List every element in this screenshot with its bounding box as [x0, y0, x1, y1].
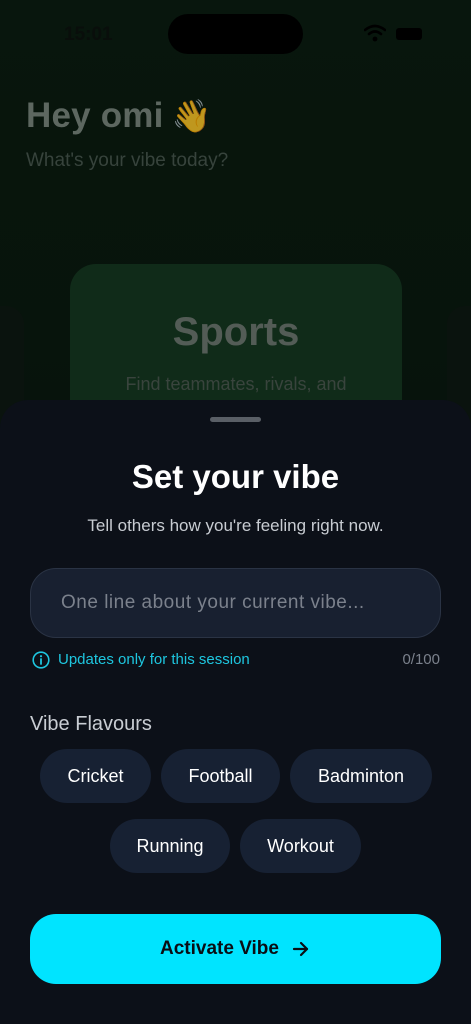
activate-vibe-button[interactable]: Activate Vibe	[30, 914, 441, 984]
flavour-chip-workout[interactable]: Workout	[240, 819, 361, 873]
flavour-chip-cricket[interactable]: Cricket	[40, 749, 151, 803]
flavour-chip-badminton[interactable]: Badminton	[290, 749, 432, 803]
sheet-title: Set your vibe	[131, 458, 340, 495]
set-vibe-sheet: Set your vibe Tell others how you're fee…	[0, 400, 471, 1024]
input-hint-row: Updates only for this session 0/100	[32, 650, 442, 670]
sheet-grab-handle[interactable]	[210, 417, 261, 422]
arrow-right-icon	[292, 941, 309, 957]
flavour-chip-football[interactable]: Football	[161, 749, 280, 803]
character-count: 0/100	[402, 651, 440, 668]
session-hint: Updates only for this session	[58, 651, 250, 668]
sheet-subtitle: Tell others how you're feeling right now…	[87, 516, 384, 535]
info-icon	[32, 651, 50, 669]
flavour-chip-running[interactable]: Running	[110, 819, 230, 873]
vibe-flavours-label: Vibe Flavours	[30, 713, 152, 735]
vibe-text-input[interactable]	[30, 568, 441, 638]
activate-vibe-label: Activate Vibe	[160, 938, 279, 959]
